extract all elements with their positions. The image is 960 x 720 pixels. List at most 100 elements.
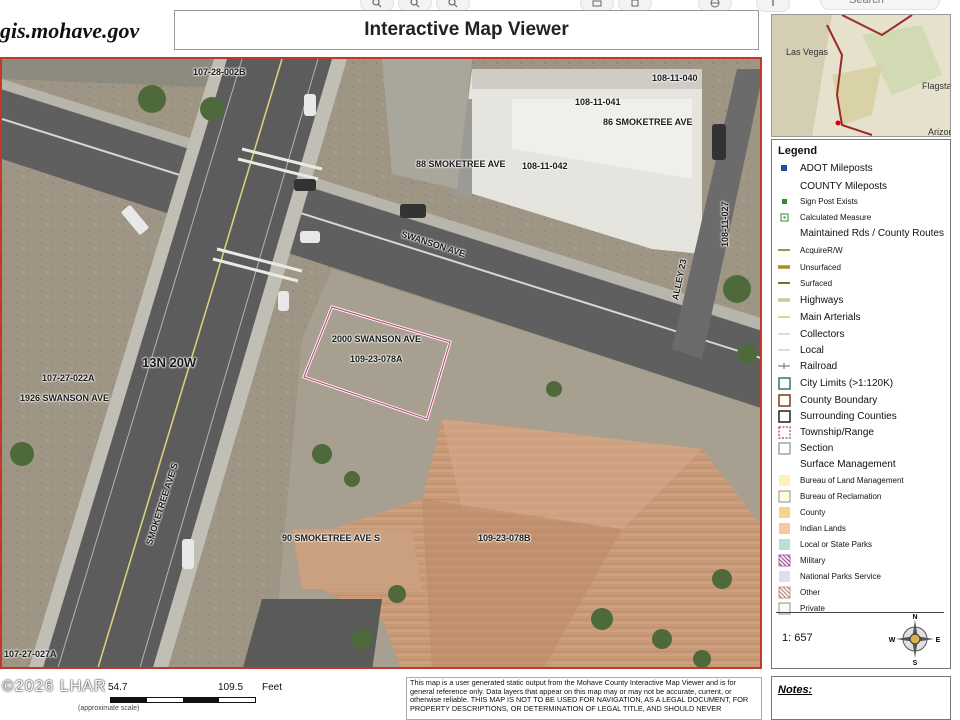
city-label: Flagsta — [922, 81, 951, 91]
legend-item-label: Collectors — [800, 329, 845, 340]
legend-item: Collectors — [776, 328, 844, 341]
legend-symbol-icon — [776, 394, 792, 407]
scale-bar-label: 109.5 — [218, 682, 244, 693]
disclaimer-text: This map is a user generated static outp… — [406, 677, 762, 720]
compass-e: E — [936, 637, 941, 644]
legend-item-label: Maintained Rds / County Routes — [800, 228, 944, 239]
parcel-label: 107-27-022A — [42, 373, 95, 383]
legend-item: Local or State Parks — [776, 538, 872, 551]
parcel-label: 108-11-041 — [575, 97, 621, 107]
legend-title: Legend — [778, 145, 818, 157]
parcel-label: 109-23-078B — [478, 533, 531, 543]
legend-symbol-icon — [776, 277, 792, 290]
legend-item-label: COUNTY Mileposts — [800, 181, 888, 192]
legend-symbol-icon — [776, 570, 792, 583]
legend-symbol-icon — [776, 602, 792, 615]
legend-symbol-icon — [776, 538, 792, 551]
legend-symbol-icon — [776, 195, 792, 208]
legend-item-label: Main Arterials — [800, 312, 861, 323]
compass-w: W — [889, 637, 896, 644]
legend-item: Calculated Measure — [776, 211, 871, 224]
compass-rose-icon: N S E W — [889, 614, 941, 666]
legend-symbol-icon — [776, 360, 792, 373]
legend-symbol-icon — [776, 294, 792, 307]
parcel-label: 108-11-027 — [720, 201, 730, 247]
legend-item-label: County — [800, 508, 826, 517]
legend-item: Surfaced — [776, 277, 832, 290]
legend-item: Bureau of Land Management — [776, 474, 904, 487]
legend-symbol-icon — [776, 261, 792, 274]
map-scale: 1: 657 — [782, 632, 813, 644]
legend-item: National Parks Service — [776, 570, 881, 583]
legend-item: Railroad — [776, 360, 837, 373]
address-label: 86 SMOKETREE AVE — [603, 117, 693, 127]
map-view[interactable]: 107-28-002B 108-11-040 108-11-041 86 SMO… — [0, 57, 762, 669]
legend-item: Private — [776, 602, 825, 615]
scale-bar-label: 54.7 — [108, 682, 128, 693]
legend-symbol-icon — [776, 410, 792, 423]
legend-item: Surrounding Counties — [776, 410, 897, 423]
legend-item-label: Local or State Parks — [800, 540, 873, 549]
legend-item-label: Surfaced — [800, 279, 833, 288]
township-label: 13N 20W — [142, 355, 197, 370]
legend-item-label: Other — [800, 588, 821, 597]
legend-item: Unsurfaced — [776, 261, 841, 274]
site-url: gis.mohave.gov — [0, 18, 140, 43]
legend-item: Highways — [776, 294, 843, 307]
legend-item: Surface Management — [776, 458, 896, 471]
legend-item: COUNTY Mileposts — [776, 180, 887, 193]
info-icon[interactable] — [756, 0, 790, 12]
legend-item: AcquireR/W — [776, 244, 843, 257]
legend-item-label: County Boundary — [800, 395, 878, 406]
search-input[interactable]: Search — [820, 0, 940, 10]
address-label: 1926 SWANSON AVE — [20, 393, 110, 403]
legend-item-label: Bureau of Land Management — [800, 476, 904, 485]
parcel-label: 107-27-027A — [4, 649, 57, 659]
legend-item-label: Township/Range — [800, 427, 874, 438]
parcel-label: 107-28-002B — [193, 67, 246, 77]
compass-s: S — [913, 660, 918, 666]
footer: ©2026 LHAR 54.7 109.5 Feet (approximate … — [0, 672, 960, 720]
legend-symbol-icon — [776, 442, 792, 455]
legend-item: Indian Lands — [776, 522, 846, 535]
legend-item-label: Military — [800, 556, 826, 565]
legend-item: Township/Range — [776, 426, 874, 439]
legend-symbol-icon — [776, 244, 792, 257]
legend-symbol-icon — [776, 522, 792, 535]
legend-item-label: Highways — [800, 295, 844, 306]
legend-symbol-icon — [776, 162, 792, 175]
notes-label: Notes: — [778, 684, 813, 696]
legend-item: Military — [776, 554, 825, 567]
address-label: 88 SMOKETREE AVE — [416, 159, 506, 169]
legend-symbol-icon — [776, 328, 792, 341]
legend-item-label: Surface Management — [800, 459, 896, 470]
overview-map[interactable]: Las Vegas Flagsta Arizon — [771, 14, 951, 137]
legend-symbol-icon — [776, 458, 792, 471]
parcel-label: 108-11-040 — [652, 73, 698, 83]
legend-item-label: ADOT Mileposts — [800, 163, 873, 174]
legend-symbol-icon — [776, 426, 792, 439]
legend-item: Section — [776, 442, 833, 455]
legend-item: County — [776, 506, 825, 519]
legend-symbol-icon — [776, 554, 792, 567]
legend-symbol-icon — [776, 311, 792, 324]
legend-symbol-icon — [776, 490, 792, 503]
overview-terrain — [772, 15, 950, 136]
legend-item-label: Calculated Measure — [800, 213, 872, 222]
legend-item: Other — [776, 586, 820, 599]
legend-symbol-icon — [776, 377, 792, 390]
legend-item-label: Local — [800, 345, 824, 356]
legend-item: Maintained Rds / County Routes — [776, 227, 944, 240]
legend-item: County Boundary — [776, 394, 877, 407]
legend-item-label: Bureau of Reclamation — [800, 492, 882, 501]
city-label: Las Vegas — [786, 47, 829, 57]
legend-symbol-icon — [776, 474, 792, 487]
parcel-label: 109-23-078A — [350, 354, 403, 364]
legend-item-label: Surrounding Counties — [800, 411, 897, 422]
scale-note: (approximate scale) — [78, 705, 140, 712]
notes-box: Notes: — [771, 676, 951, 720]
legend-symbol-icon — [776, 344, 792, 357]
legend-item-label: AcquireR/W — [800, 246, 843, 255]
legend-item-label: Sign Post Exists — [800, 197, 858, 206]
city-label: Arizon — [928, 127, 951, 137]
